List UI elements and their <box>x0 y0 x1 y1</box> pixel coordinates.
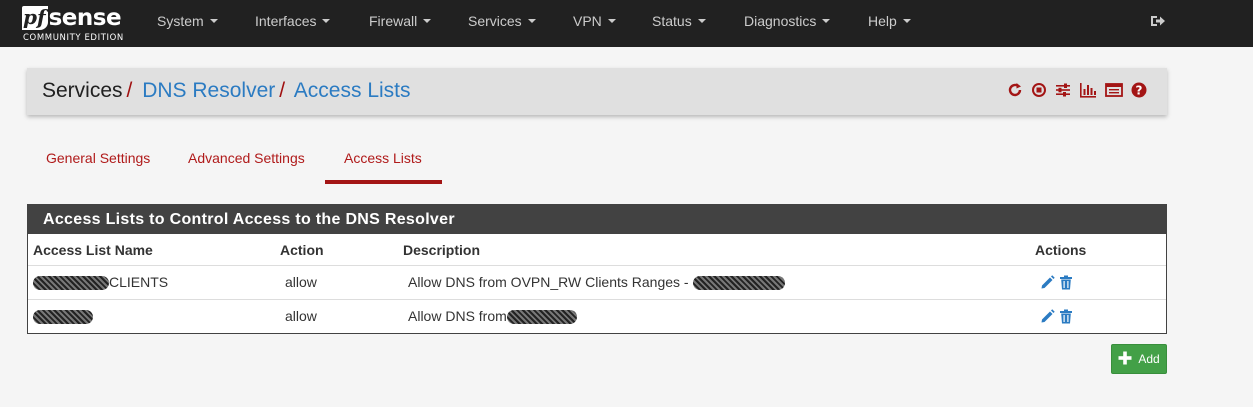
nav-vpn[interactable]: VPN <box>573 0 616 47</box>
nav-firewall-label: Firewall <box>369 13 418 29</box>
nav-firewall[interactable]: Firewall <box>369 0 432 47</box>
status-graph-icon[interactable] <box>1079 82 1097 98</box>
pfsense-logo[interactable]: pf sense COMMUNITY EDITION <box>22 4 130 44</box>
tab-general-settings[interactable]: General Settings <box>46 150 150 166</box>
stop-service-icon[interactable] <box>1031 82 1047 98</box>
nav-status[interactable]: Status <box>652 0 706 47</box>
column-header-actions: Actions <box>1035 242 1087 258</box>
column-header-description: Description <box>403 242 481 258</box>
add-button[interactable]: Add <box>1111 344 1167 374</box>
row-description-cell: Allow DNS from OVPN_RW Clients Ranges - <box>408 274 785 291</box>
nav-status-label: Status <box>652 13 692 29</box>
active-tab-indicator <box>325 180 442 184</box>
add-button-label: Add <box>1138 352 1160 366</box>
breadcrumb-dns-resolver[interactable]: DNS Resolver <box>142 79 275 102</box>
edit-pencil-icon[interactable] <box>1040 309 1055 327</box>
logo-sense-text: sense <box>48 5 122 31</box>
breadcrumb-icons: ? <box>1007 82 1147 98</box>
nav-system[interactable]: System <box>157 0 218 47</box>
row-actions <box>1040 275 1073 293</box>
redacted-text <box>692 276 785 291</box>
related-settings-icon[interactable] <box>1055 82 1071 98</box>
breadcrumb-services: Services <box>42 79 123 102</box>
edit-pencil-icon[interactable] <box>1040 275 1055 293</box>
row-name-cell <box>33 308 93 325</box>
restart-service-icon[interactable] <box>1007 82 1023 98</box>
breadcrumb: Services / DNS Resolver / Access Lists <box>42 79 411 103</box>
caret-down-icon <box>607 19 616 24</box>
row-actions <box>1040 309 1073 327</box>
caret-down-icon <box>822 19 831 24</box>
redacted-text <box>33 310 93 325</box>
breadcrumb-separator: / <box>279 79 286 102</box>
row-name-text: CLIENTS <box>109 274 169 290</box>
column-header-name: Access List Name <box>33 242 153 258</box>
row-action: allow <box>285 274 317 290</box>
nav-help-label: Help <box>868 13 897 29</box>
nav-services-label: Services <box>468 13 522 29</box>
plus-icon <box>1118 351 1132 368</box>
nav-help[interactable]: Help <box>868 0 911 47</box>
nav-interfaces[interactable]: Interfaces <box>255 0 331 47</box>
redacted-text <box>33 276 109 291</box>
sign-out-icon[interactable] <box>1150 13 1166 29</box>
column-header-action: Action <box>280 242 324 258</box>
row-action: allow <box>285 308 317 324</box>
breadcrumb-separator: / <box>126 79 133 102</box>
nav-vpn-label: VPN <box>573 13 602 29</box>
logo-edition-text: COMMUNITY EDITION <box>23 33 124 43</box>
row-divider <box>28 299 1166 300</box>
log-icon[interactable] <box>1105 82 1123 98</box>
nav-system-label: System <box>157 13 204 29</box>
delete-trash-icon[interactable] <box>1059 275 1073 293</box>
caret-down-icon <box>527 19 536 24</box>
caret-down-icon <box>209 19 218 24</box>
caret-down-icon <box>322 19 331 24</box>
nav-diagnostics[interactable]: Diagnostics <box>744 0 831 47</box>
caret-down-icon <box>423 19 432 24</box>
breadcrumb-panel: Services / DNS Resolver / Access Lists ? <box>27 68 1167 115</box>
row-description-text: Allow DNS from <box>408 308 507 324</box>
redacted-text <box>506 310 577 325</box>
panel-title: Access Lists to Control Access to the DN… <box>28 205 1166 234</box>
svg-text:?: ? <box>1136 83 1143 97</box>
nav-interfaces-label: Interfaces <box>255 13 317 29</box>
top-navbar: pf sense COMMUNITY EDITION System Interf… <box>0 0 1253 47</box>
caret-down-icon <box>697 19 706 24</box>
row-divider <box>28 265 1166 266</box>
nav-diagnostics-label: Diagnostics <box>744 13 817 29</box>
row-name-cell: CLIENTS <box>33 274 169 291</box>
delete-trash-icon[interactable] <box>1059 309 1073 327</box>
help-icon[interactable]: ? <box>1131 82 1147 98</box>
caret-down-icon <box>902 19 911 24</box>
access-lists-panel: Access Lists to Control Access to the DN… <box>27 204 1167 334</box>
row-description-cell: Allow DNS from <box>408 308 577 325</box>
breadcrumb-access-lists[interactable]: Access Lists <box>294 79 411 102</box>
tab-access-lists[interactable]: Access Lists <box>344 150 422 166</box>
tab-advanced-settings[interactable]: Advanced Settings <box>188 150 305 166</box>
row-description-text: Allow DNS from OVPN_RW Clients Ranges - <box>408 274 689 290</box>
nav-services[interactable]: Services <box>468 0 536 47</box>
logo-pf-text: pf <box>22 5 48 30</box>
